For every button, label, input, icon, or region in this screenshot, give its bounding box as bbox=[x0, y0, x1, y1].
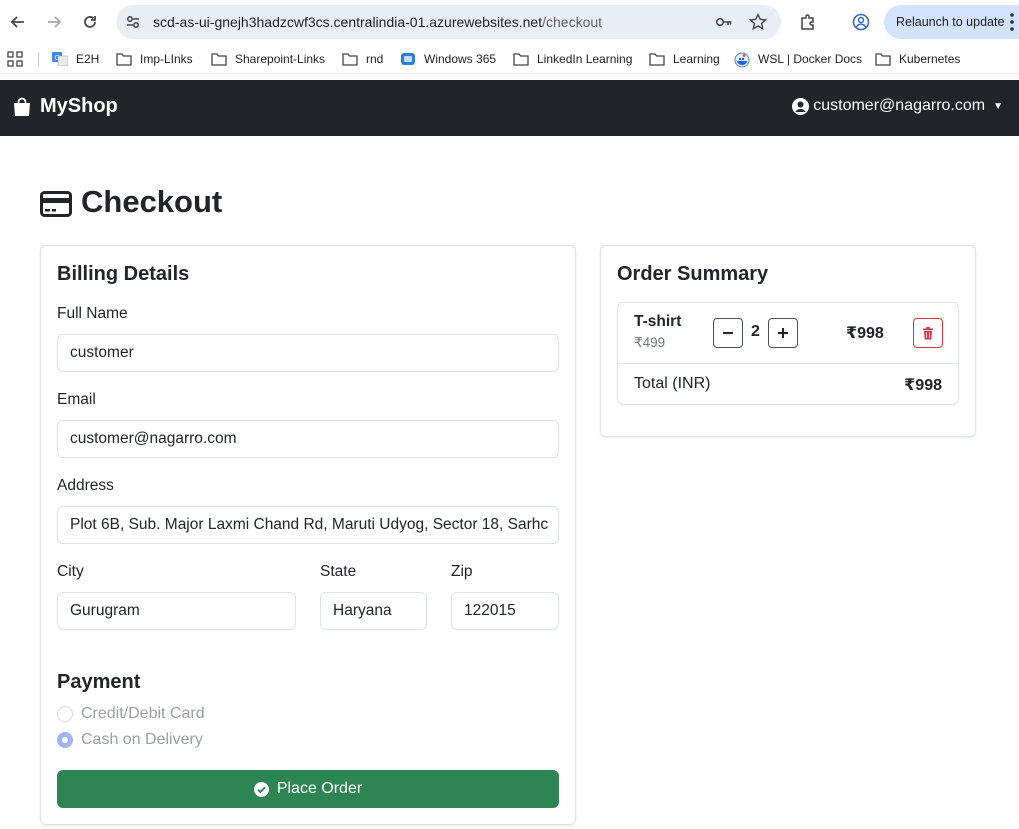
city-label: City bbox=[57, 563, 84, 580]
bookmark-label: Kubernetes bbox=[899, 52, 961, 66]
payment-option-label: Cash on Delivery bbox=[81, 731, 203, 748]
caret-down-icon: ▼ bbox=[993, 100, 1003, 112]
item-unit-price: ₹499 bbox=[634, 335, 666, 350]
full-name-label: Full Name bbox=[57, 305, 128, 322]
site-info-icon[interactable] bbox=[124, 13, 142, 31]
payment-option-label: Credit/Debit Card bbox=[81, 705, 205, 722]
bookmark-linkedin-learning[interactable]: LinkedIn Learning bbox=[513, 50, 632, 68]
folder-icon bbox=[875, 52, 891, 66]
check-circle-icon bbox=[253, 781, 269, 797]
address-input[interactable]: Plot 6B, Sub. Major Laxmi Chand Rd, Maru… bbox=[57, 506, 559, 544]
profile-icon[interactable] bbox=[850, 11, 872, 33]
back-icon[interactable] bbox=[7, 11, 29, 33]
radio-unchecked[interactable] bbox=[57, 706, 73, 722]
increase-quantity-button[interactable] bbox=[768, 318, 798, 348]
payment-option-cod[interactable]: Cash on Delivery bbox=[57, 731, 203, 749]
folder-icon bbox=[116, 52, 132, 66]
radio-checked[interactable] bbox=[57, 732, 73, 748]
extensions-icon[interactable] bbox=[797, 11, 819, 33]
minus-icon bbox=[723, 332, 733, 334]
billing-heading: Billing Details bbox=[57, 263, 190, 285]
folder-icon bbox=[649, 52, 665, 66]
email-label: Email bbox=[57, 391, 96, 408]
bookmark-label: WSL | Docker Docs bbox=[758, 52, 863, 66]
bookmark-label: Learning bbox=[673, 52, 720, 66]
docker-icon bbox=[734, 52, 750, 68]
forward-icon[interactable] bbox=[43, 11, 65, 33]
address-bar[interactable]: scd-as-ui-gnejh3hadzcwf3cs.centralindia-… bbox=[116, 5, 781, 39]
total-value: ₹998 bbox=[904, 377, 942, 394]
plus-icon bbox=[778, 328, 788, 338]
place-order-button[interactable]: Place Order bbox=[57, 770, 559, 808]
folder-icon bbox=[342, 52, 358, 66]
bookmark-label: rnd bbox=[366, 52, 384, 66]
app-navbar: MyShop customer@nagarro.com ▼ bbox=[0, 80, 1019, 136]
bookmark-wsl-docker-docs[interactable]: WSL | Docker Docs bbox=[734, 50, 862, 68]
decrease-quantity-button[interactable] bbox=[713, 318, 743, 348]
bookmark-label: E2H bbox=[76, 52, 100, 66]
page-title-text: Checkout bbox=[81, 184, 223, 219]
remove-item-button[interactable] bbox=[913, 318, 943, 348]
state-input[interactable]: Haryana bbox=[320, 592, 427, 630]
item-quantity: 2 bbox=[751, 323, 760, 340]
page-title: Checkout bbox=[40, 184, 222, 220]
user-circle-icon bbox=[792, 97, 810, 115]
relaunch-label: Relaunch to update bbox=[896, 15, 1005, 29]
city-input[interactable]: Gurugram bbox=[57, 592, 296, 630]
reload-icon[interactable] bbox=[79, 11, 101, 33]
credit-card-icon bbox=[40, 189, 72, 217]
bookmark-label: Windows 365 bbox=[424, 52, 497, 66]
address-label: Address bbox=[57, 477, 114, 494]
item-name: T-shirt bbox=[634, 313, 682, 330]
bookmark-learning[interactable]: Learning bbox=[649, 50, 720, 68]
zip-label: Zip bbox=[451, 563, 473, 580]
translate-icon: G bbox=[52, 52, 69, 67]
payment-option-card[interactable]: Credit/Debit Card bbox=[57, 705, 205, 723]
bookmark-imp-links[interactable]: Imp-LInks bbox=[116, 50, 193, 68]
bookmark-sharepoint-links[interactable]: Sharepoint-Links bbox=[211, 50, 325, 68]
bookmark-e2h[interactable]: G E2H bbox=[52, 50, 99, 68]
apps-grid-icon[interactable] bbox=[7, 50, 23, 68]
full-name-input[interactable]: customer bbox=[57, 334, 559, 372]
zip-input[interactable]: 122015 bbox=[451, 592, 559, 630]
bookmark-windows-365[interactable]: Windows 365 bbox=[400, 50, 496, 68]
shopping-bag-icon bbox=[12, 97, 32, 117]
payment-heading: Payment bbox=[57, 671, 141, 693]
folder-icon bbox=[513, 52, 529, 66]
url-text: scd-as-ui-gnejh3hadzcwf3cs.centralindia-… bbox=[153, 14, 603, 30]
windows365-icon bbox=[400, 52, 416, 66]
folder-icon bbox=[211, 52, 227, 66]
brand-link[interactable]: MyShop bbox=[12, 95, 118, 118]
bookmark-label: LinkedIn Learning bbox=[537, 52, 633, 66]
key-icon[interactable] bbox=[715, 13, 733, 31]
total-label: Total (INR) bbox=[634, 375, 711, 392]
bookmark-label: Sharepoint-Links bbox=[235, 52, 326, 66]
bookmark-label: Imp-LInks bbox=[140, 52, 193, 66]
bookmark-rnd[interactable]: rnd bbox=[342, 50, 383, 68]
bookmarks-divider bbox=[38, 52, 39, 66]
menu-kebab-icon[interactable] bbox=[1009, 12, 1015, 37]
browser-toolbar: scd-as-ui-gnejh3hadzcwf3cs.centralindia-… bbox=[0, 0, 1019, 44]
order-items-list: T-shirt ₹499 2 ₹998 Total (INR) ₹998 bbox=[617, 302, 959, 405]
svg-text:G: G bbox=[55, 55, 60, 62]
bookmark-kubernetes[interactable]: Kubernetes bbox=[875, 50, 960, 68]
brand-name: MyShop bbox=[40, 95, 118, 117]
bookmarks-bar: G E2H Imp-LInks Sharepoint-Links rnd Win… bbox=[0, 44, 1019, 74]
state-label: State bbox=[320, 563, 357, 580]
user-dropdown[interactable]: customer@nagarro.com ▼ bbox=[792, 97, 1003, 115]
relaunch-button[interactable]: Relaunch to update bbox=[884, 5, 1019, 39]
user-email: customer@nagarro.com bbox=[813, 97, 986, 114]
star-icon[interactable] bbox=[748, 12, 768, 31]
place-order-label: Place Order bbox=[276, 780, 363, 797]
trash-icon bbox=[923, 326, 933, 339]
item-line-total: ₹998 bbox=[846, 325, 884, 342]
email-input[interactable]: customer@nagarro.com bbox=[57, 420, 559, 458]
list-divider bbox=[618, 363, 958, 364]
order-summary-heading: Order Summary bbox=[617, 263, 769, 285]
